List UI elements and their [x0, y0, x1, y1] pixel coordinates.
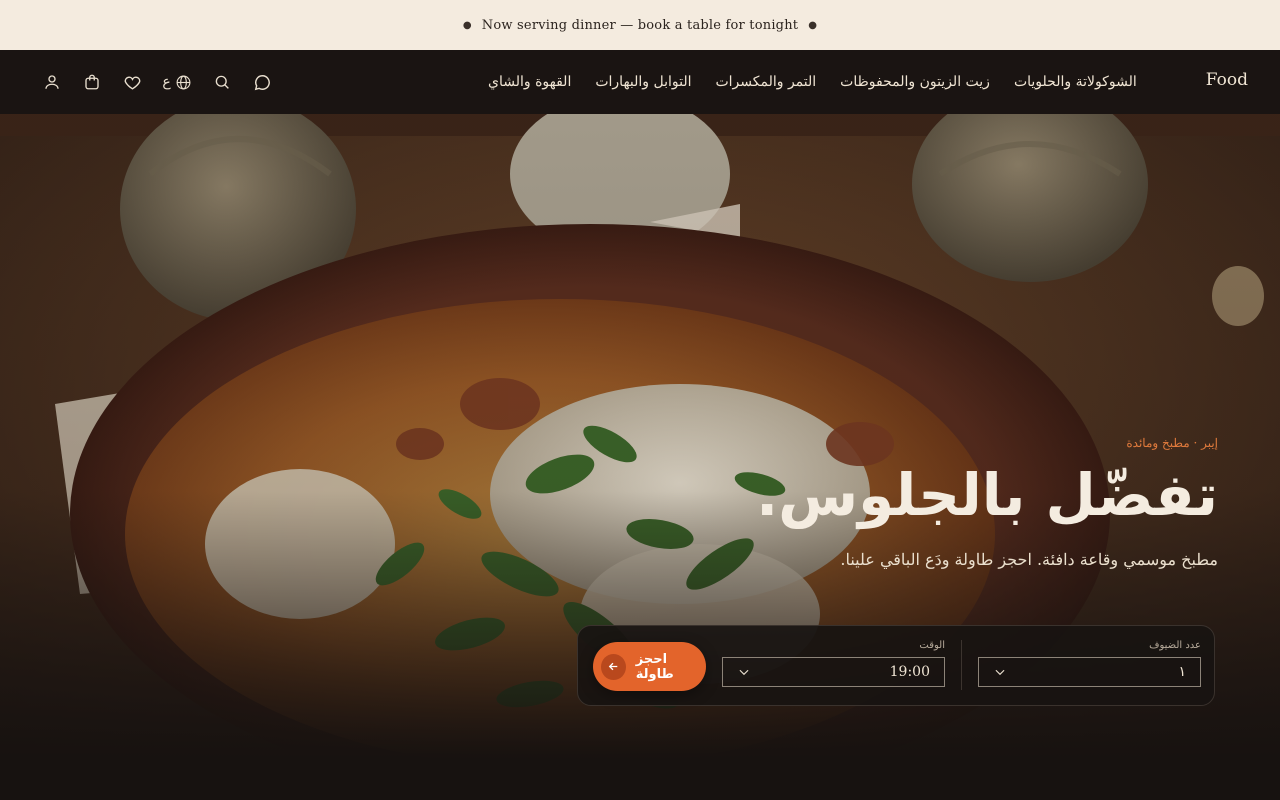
nav-icon-group: ع — [40, 70, 274, 94]
time-field: الوقت 19:00 — [722, 640, 945, 687]
category-links: القهوة والشاي التوابل والبهارات التمر وا… — [488, 70, 1137, 94]
time-value: 19:00 — [889, 664, 930, 680]
arrow-left-icon — [601, 653, 626, 680]
hero-headline: تفضّل بالجلوس. — [756, 461, 1218, 529]
time-label: الوقت — [919, 640, 945, 651]
announcement-dot-left: ● — [462, 19, 472, 31]
chat-icon[interactable] — [250, 70, 274, 94]
field-divider — [961, 640, 962, 690]
time-select[interactable]: 19:00 — [722, 657, 945, 687]
nav-link-dates-nuts[interactable]: التمر والمكسرات — [715, 74, 816, 90]
nav-link-spices[interactable]: التوابل والبهارات — [595, 74, 691, 90]
nav-link-coffee-tea[interactable]: القهوة والشاي — [488, 74, 571, 90]
book-table-label: احجز طاولة — [635, 651, 674, 682]
heart-icon[interactable] — [120, 70, 144, 94]
language-label: ع — [162, 74, 171, 90]
main-nav: ع القهوة والشاي التوابل والبهارات التمر … — [0, 50, 1280, 114]
search-icon[interactable] — [210, 70, 234, 94]
hero-copy: إيبر · مطبخ ومائدة تفضّل بالجلوس. مطبخ م… — [756, 436, 1218, 569]
nav-link-olive-oil[interactable]: زيت الزيتون والمحفوظات — [840, 74, 990, 90]
bag-icon[interactable] — [80, 70, 104, 94]
hero-subtext: مطبخ موسمي وقاعة دافئة. احجز طاولة ودَع … — [840, 550, 1218, 569]
globe-icon — [176, 75, 191, 89]
announcement-dot-right: ● — [808, 19, 818, 31]
book-table-button[interactable]: احجز طاولة — [593, 642, 706, 691]
guests-select[interactable]: ١ — [978, 657, 1201, 687]
language-switcher[interactable]: ع — [160, 70, 194, 94]
hero-eyebrow: إيبر · مطبخ ومائدة — [1126, 436, 1218, 450]
brand-logo[interactable]: Food — [1206, 70, 1248, 90]
nav-link-chocolate[interactable]: الشوكولاتة والحلويات — [1014, 74, 1137, 90]
guests-field: عدد الضيوف ١ — [978, 640, 1201, 687]
announcement-bar: ● Now serving dinner — book a table for … — [0, 0, 1280, 50]
guests-value: ١ — [1178, 664, 1186, 680]
user-icon[interactable] — [40, 70, 64, 94]
chevron-down-icon — [995, 669, 1005, 676]
chevron-down-icon — [739, 669, 749, 676]
announcement-text: Now serving dinner — book a table for to… — [481, 17, 799, 33]
guests-label: عدد الضيوف — [1149, 640, 1201, 651]
booking-widget: عدد الضيوف ١ الوقت 19:00 احجز طاولة — [577, 625, 1215, 706]
